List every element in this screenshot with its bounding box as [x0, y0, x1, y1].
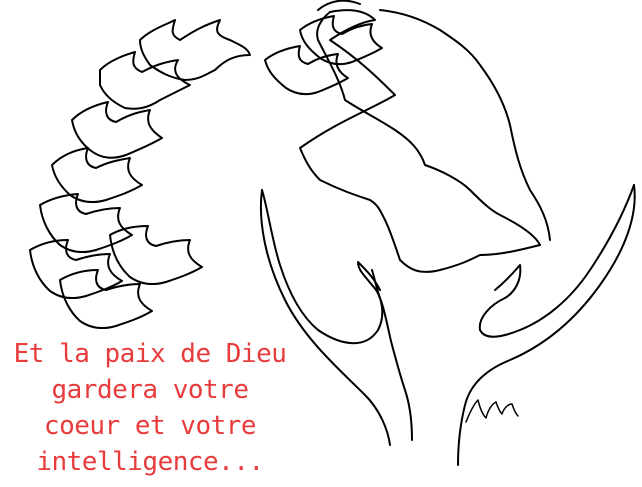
illustration-canvas: Et la paix de Dieu gardera votre coeur e… [0, 0, 642, 487]
caption-line-1: Et la paix de Dieu [13, 339, 287, 369]
caption-line-2: gardera votre [51, 375, 250, 405]
dove-2 [99, 51, 191, 110]
artist-signature [465, 399, 519, 423]
dove-1 [139, 19, 251, 81]
dove-4 [51, 147, 143, 204]
dove-9 [264, 45, 349, 96]
dove-7 [109, 225, 203, 286]
leaf-edge-detail [317, 0, 551, 241]
dove-5 [39, 193, 133, 254]
caption-line-4: intelligence... [36, 447, 264, 477]
dove-10 [299, 15, 383, 66]
caption-text: Et la paix de Dieu gardera votre coeur e… [0, 336, 300, 480]
left-hand [261, 189, 384, 345]
large-leaf-shape [299, 9, 541, 273]
caption-line-3: coeur et votre [43, 411, 257, 441]
right-hand [478, 184, 635, 338]
